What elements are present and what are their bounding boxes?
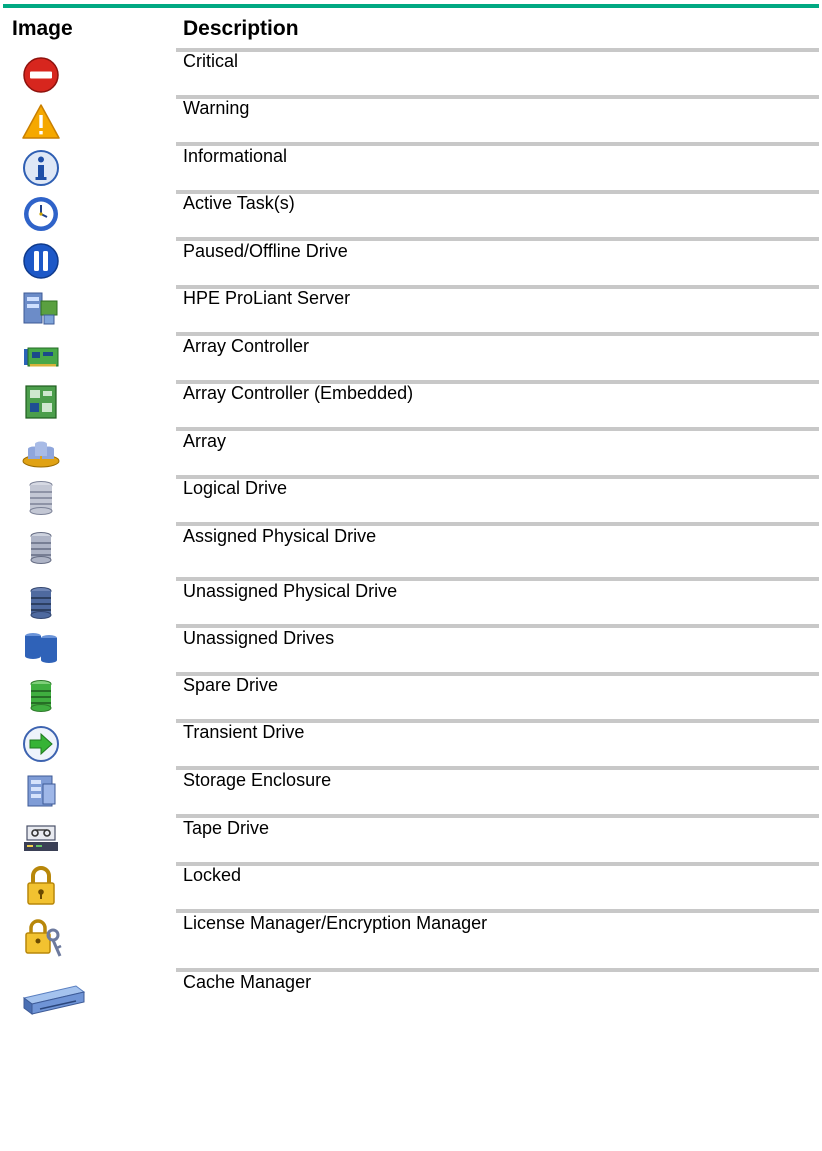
critical-icon <box>20 54 62 96</box>
assigned-drive-icon <box>20 527 62 569</box>
row-description: Assigned Physical Drive <box>183 526 377 546</box>
top-rule <box>3 4 819 8</box>
row-divider <box>176 48 819 52</box>
cache-manager-icon <box>18 976 88 1026</box>
row-description: Array <box>183 431 227 451</box>
row-description: Unassigned Drives <box>183 628 335 648</box>
row-description: Warning <box>183 98 250 118</box>
row-description: Transient Drive <box>183 722 305 742</box>
row-divider <box>176 862 819 866</box>
spare-drive-icon <box>20 675 62 717</box>
row-description: Paused/Offline Drive <box>183 241 348 261</box>
row-description: Array Controller (Embedded) <box>183 383 414 403</box>
pause-icon <box>20 240 62 282</box>
controller-card-icon <box>20 336 62 378</box>
row-description: Array Controller <box>183 336 310 356</box>
tape-drive-icon <box>20 817 62 859</box>
info-icon <box>20 147 62 189</box>
header-description: Description <box>183 17 299 40</box>
array-icon <box>20 430 62 472</box>
header-image: Image <box>12 17 73 40</box>
row-description: Spare Drive <box>183 675 279 695</box>
clock-icon <box>20 193 62 235</box>
logical-drive-icon <box>20 477 62 519</box>
row-description: Informational <box>183 146 288 166</box>
row-description: Tape Drive <box>183 818 270 838</box>
row-divider <box>176 427 819 431</box>
row-divider <box>176 95 819 99</box>
row-description: Logical Drive <box>183 478 288 498</box>
row-description: Storage Enclosure <box>183 770 332 790</box>
row-description: Unassigned Physical Drive <box>183 581 398 601</box>
row-description: HPE ProLiant Server <box>183 288 351 308</box>
embedded-controller-icon <box>20 381 62 423</box>
row-description: Critical <box>183 51 239 71</box>
row-description: Active Task(s) <box>183 193 295 213</box>
row-description: Cache Manager <box>183 972 312 992</box>
unassigned-drive-icon <box>20 582 62 624</box>
server-icon <box>20 287 62 329</box>
enclosure-icon <box>20 770 62 812</box>
lock-icon <box>20 862 62 908</box>
warning-icon <box>20 101 62 143</box>
transient-arrow-icon <box>20 723 62 765</box>
row-divider <box>176 814 819 818</box>
row-description: License Manager/Encryption Manager <box>183 913 488 933</box>
unassigned-drives-icon <box>20 627 62 669</box>
row-description: Locked <box>183 865 242 885</box>
lock-key-icon <box>20 914 66 960</box>
